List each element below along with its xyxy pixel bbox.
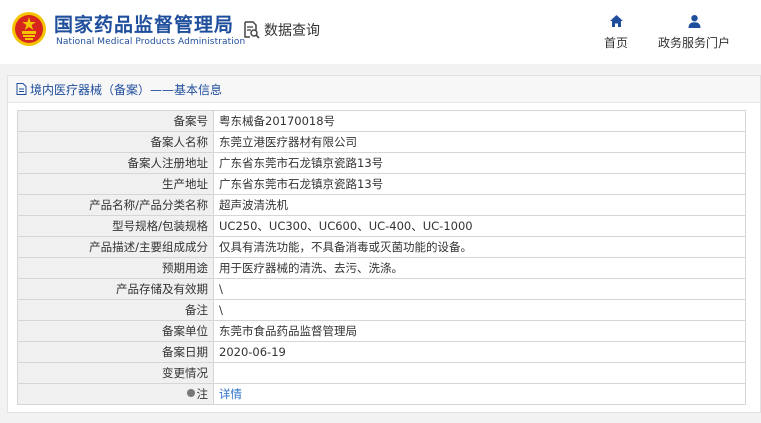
- row-label: 备案人名称: [17, 131, 214, 153]
- table-row: 产品描述/主要组成成分 仅具有清洗功能，不具备消毒或灭菌功能的设备。: [17, 236, 746, 258]
- table-row: 备案人注册地址 广东省东莞市石龙镇京瓷路13号: [17, 152, 746, 174]
- row-value: 超声波清洗机: [213, 194, 746, 216]
- row-value: \: [213, 299, 746, 321]
- row-value: [213, 362, 746, 384]
- row-label: 备案单位: [17, 320, 214, 342]
- panel-header: 境内医疗器械（备案）——基本信息: [8, 76, 760, 103]
- row-label: 生产地址: [17, 173, 214, 195]
- row-label: 产品描述/主要组成成分: [17, 236, 214, 258]
- row-value: 用于医疗器械的清洗、去污、洗涤。: [213, 257, 746, 279]
- document-search-icon: [244, 21, 260, 39]
- table-row: 预期用途 用于医疗器械的清洗、去污、洗涤。: [17, 257, 746, 279]
- data-query-link[interactable]: 数据查询: [242, 20, 320, 40]
- row-value: 东莞立港医疗器材有限公司: [213, 131, 746, 153]
- nav-home-label: 首页: [604, 36, 629, 50]
- site-subtitle: National Medical Products Administration: [56, 37, 246, 47]
- row-value: 广东省东莞市石龙镇京瓷路13号: [213, 173, 746, 195]
- row-label: 备案号: [17, 110, 214, 132]
- row-value: UC250、UC300、UC600、UC-400、UC-1000: [213, 215, 746, 237]
- row-label: 产品存储及有效期: [17, 278, 214, 300]
- emblem-icon: [12, 12, 46, 46]
- row-value: \: [213, 278, 746, 300]
- row-value: 仅具有清洗功能，不具备消毒或灭菌功能的设备。: [213, 236, 746, 258]
- data-query-label: 数据查询: [264, 23, 320, 39]
- note-label: 注: [196, 386, 209, 401]
- row-value: 广东省东莞市石龙镇京瓷路13号: [213, 152, 746, 174]
- table-row: 型号规格/包装规格 UC250、UC300、UC600、UC-400、UC-10…: [17, 215, 746, 237]
- details-link[interactable]: 详情: [213, 383, 746, 405]
- table-row: 注 详情: [17, 383, 746, 405]
- table-row: 产品名称/产品分类名称 超声波清洗机: [17, 194, 746, 216]
- row-value: 2020-06-19: [213, 341, 746, 363]
- detail-panel: 境内医疗器械（备案）——基本信息 备案号 粤东械备20170018号 备案人名称…: [7, 75, 761, 413]
- table-row: 产品存储及有效期 \: [17, 278, 746, 300]
- site-title: 国家药品监督管理局: [54, 14, 235, 36]
- table-row: 变更情况: [17, 362, 746, 384]
- panel-title: 境内医疗器械（备案）——基本信息: [30, 82, 223, 97]
- row-value: 粤东械备20170018号: [213, 110, 746, 132]
- row-label-note: 注: [17, 383, 214, 405]
- table-row: 备注 \: [17, 299, 746, 321]
- table-row: 备案号 粤东械备20170018号: [17, 110, 746, 132]
- row-value: 东莞市食品药品监督管理局: [213, 320, 746, 342]
- row-label: 型号规格/包装规格: [17, 215, 214, 237]
- row-label: 备案日期: [17, 341, 214, 363]
- table-row: 备案人名称 东莞立港医疗器材有限公司: [17, 131, 746, 153]
- nav-service-portal[interactable]: 政务服务门户: [658, 14, 730, 51]
- site-header: 国家药品监督管理局 National Medical Products Admi…: [0, 0, 761, 64]
- row-label: 备案人注册地址: [17, 152, 214, 174]
- user-icon: [688, 15, 700, 28]
- row-label: 预期用途: [17, 257, 214, 279]
- document-icon: [16, 83, 27, 95]
- nav-home[interactable]: 首页: [604, 14, 628, 51]
- row-label: 变更情况: [17, 362, 214, 384]
- home-icon: [609, 15, 623, 27]
- record-table: 备案号 粤东械备20170018号 备案人名称 东莞立港医疗器材有限公司 备案人…: [17, 110, 746, 405]
- row-label: 产品名称/产品分类名称: [17, 194, 214, 216]
- table-row: 备案日期 2020-06-19: [17, 341, 746, 363]
- nav-service-portal-label: 政务服务门户: [658, 36, 731, 50]
- info-dot-icon: [186, 389, 195, 397]
- row-label: 备注: [17, 299, 214, 321]
- table-row: 生产地址 广东省东莞市石龙镇京瓷路13号: [17, 173, 746, 195]
- table-row: 备案单位 东莞市食品药品监督管理局: [17, 320, 746, 342]
